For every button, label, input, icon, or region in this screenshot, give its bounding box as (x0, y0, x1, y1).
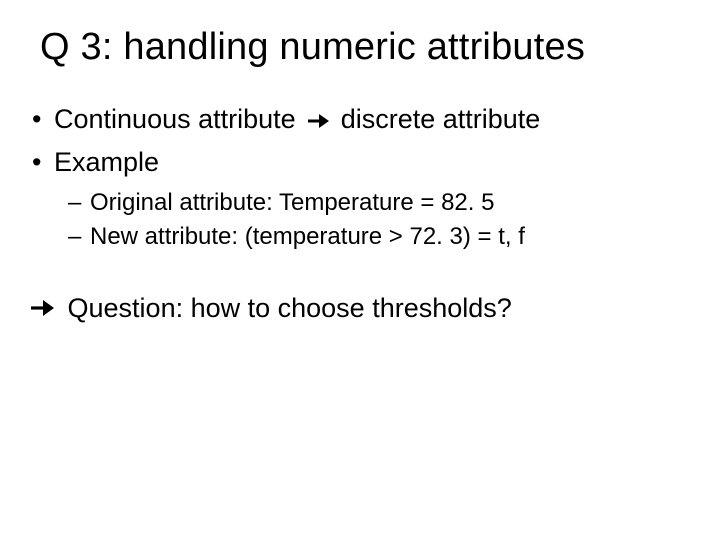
subbullet-new-attribute: New attribute: (temperature > 72. 3) = t… (28, 221, 692, 253)
subbullet-text: New attribute: (temperature > 72. 3) = t… (90, 223, 525, 250)
right-arrow-icon (307, 102, 329, 138)
slide: Q 3: handling numeric attributes Continu… (0, 0, 720, 540)
slide-title: Q 3: handling numeric attributes (40, 26, 692, 69)
right-arrow-icon (30, 290, 54, 326)
bullet-text-post: discrete attribute (341, 104, 541, 134)
bullet-example: Example (28, 144, 692, 180)
bullet-text-pre: Continuous attribute (54, 104, 296, 134)
subbullet-original-attribute: Original attribute: Temperature = 82. 5 (28, 187, 692, 219)
bullet-list: Continuous attribute discrete attribute … (28, 101, 692, 326)
bullet-continuous-attribute: Continuous attribute discrete attribute (28, 101, 692, 138)
subbullet-text: Original attribute: Temperature = 82. 5 (90, 189, 494, 216)
question-line: Question: how to choose thresholds? (28, 290, 692, 326)
question-text: Question: how to choose thresholds? (68, 293, 512, 323)
bullet-text: Example (54, 147, 159, 177)
